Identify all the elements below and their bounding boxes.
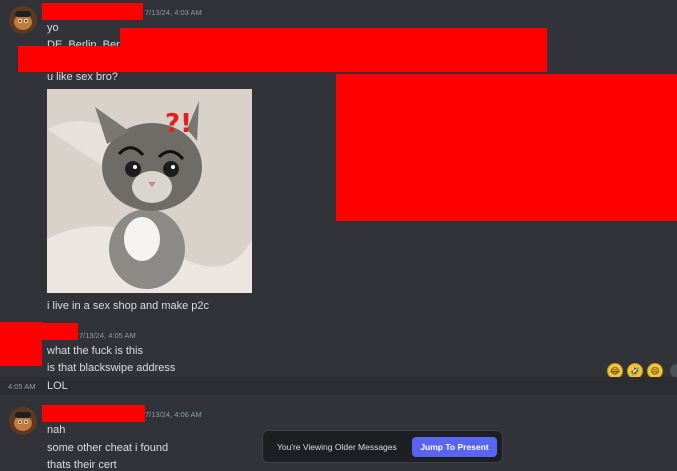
avatar[interactable] [9,6,37,34]
message-text: u like sex bro? [47,71,118,83]
message-text: some other cheat i found [47,442,169,454]
image-overlay-text: ?! [165,109,192,139]
image-attachment[interactable]: ?! [47,89,252,293]
older-messages-bar: You're Viewing Older Messages Jump To Pr… [262,430,503,463]
message-text: yo [47,22,59,34]
message-text: what the fuck is this [47,345,143,357]
avatar-image [9,407,37,435]
message-timestamp: 7/13/24, 4:03 AM [145,8,202,17]
redacted-block [18,46,547,72]
avatar-image [9,6,37,34]
message-text: i live in a sex shop and make p2c [47,300,210,312]
redacted-username [40,323,78,340]
redacted-username [42,3,143,20]
redacted-username [42,405,145,422]
redacted-avatar [0,322,42,366]
message-timestamp: 7/13/24, 4:06 AM [145,410,202,419]
kitten-image [47,89,252,293]
message-text: LOL [47,380,68,392]
hovered-message-row[interactable] [0,377,677,395]
message-text: thats their cert [47,459,117,471]
message-text: nah [47,424,66,436]
message-text: is that blackswipe address [47,362,176,374]
message-timestamp: 7/13/24, 4:05 AM [79,331,136,340]
jump-to-present-button[interactable]: Jump To Present [412,437,497,457]
avatar[interactable] [9,407,37,435]
redacted-block [336,74,677,221]
more-options-icon[interactable] [670,364,677,378]
older-messages-text: You're Viewing Older Messages [277,442,397,452]
hover-timestamp: 4:05 AM [8,382,36,391]
